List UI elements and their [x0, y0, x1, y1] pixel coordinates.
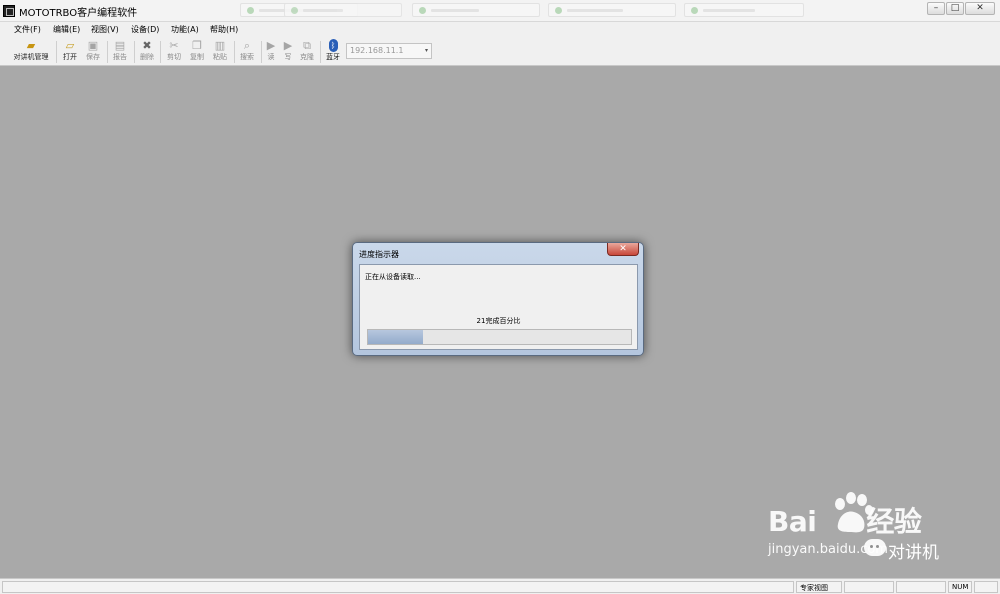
status-bar: 专家视图 NUM — [0, 578, 1000, 594]
bluetooth-label: 蓝牙 — [326, 53, 340, 61]
status-pane-empty — [844, 581, 894, 593]
menu-view[interactable]: 视图(V) — [91, 24, 119, 35]
progress-bar — [367, 329, 632, 345]
toolbar-separator — [234, 41, 235, 63]
paste-label: 粘贴 — [213, 53, 227, 61]
view-mode-text: 专家视图 — [800, 584, 828, 592]
chevron-down-icon[interactable]: ▾ — [425, 47, 428, 54]
report-label: 报告 — [113, 53, 127, 61]
ip-address-value: 192.168.11.1 — [350, 46, 404, 55]
radio-manage-button[interactable]: ▰ 对讲机管理 — [9, 39, 53, 65]
delete-icon: ✖ — [142, 39, 152, 52]
read-icon: ▶ — [266, 39, 276, 52]
close-button[interactable]: ✕ — [965, 2, 995, 15]
open-button[interactable]: ▱ 打开 — [61, 39, 79, 65]
read-label: 读 — [267, 53, 275, 61]
write-icon: ▶ — [283, 39, 293, 52]
report-icon: ▤ — [114, 39, 126, 52]
dialog-close-button[interactable]: ✕ — [607, 243, 639, 256]
title-bar: MOTOTRBO客户编程软件 – □ ✕ — [0, 0, 1000, 22]
radio-manage-icon: ▰ — [26, 39, 36, 52]
menu-function[interactable]: 功能(A) — [171, 24, 199, 35]
search-label: 搜索 — [240, 53, 254, 61]
search-button[interactable]: ⌕ 搜索 — [238, 39, 256, 65]
cut-icon: ✂ — [169, 39, 179, 52]
background-browser-tab — [548, 3, 676, 17]
toolbar-separator — [107, 41, 108, 63]
status-pane-empty — [974, 581, 998, 593]
watermark-account: 对讲机 — [888, 543, 939, 563]
toolbar-separator — [56, 41, 57, 63]
cut-label: 剪切 — [167, 53, 181, 61]
menu-edit[interactable]: 编辑(E) — [53, 24, 80, 35]
status-pane-num: NUM — [948, 581, 972, 593]
toolbar-separator — [160, 41, 161, 63]
status-pane-view-mode: 专家视图 — [796, 581, 842, 593]
status-pane-empty — [896, 581, 946, 593]
cut-button[interactable]: ✂ 剪切 — [165, 39, 183, 65]
paste-icon: ▥ — [214, 39, 226, 52]
paste-button[interactable]: ▥ 粘贴 — [211, 39, 229, 65]
copy-label: 复制 — [190, 53, 204, 61]
window-title: MOTOTRBO客户编程软件 — [19, 8, 138, 19]
num-lock-indicator: NUM — [952, 583, 969, 591]
progress-dialog: 进度指示器 ✕ 正在从设备读取... 21完成百分比 — [352, 242, 644, 356]
toolbar-separator — [261, 41, 262, 63]
clone-icon: ⧉ — [303, 39, 311, 52]
clone-label: 克隆 — [300, 53, 314, 61]
background-browser-tab — [412, 3, 540, 17]
minimize-button[interactable]: – — [927, 2, 945, 15]
baidu-jingyan-watermark: Bai 经验 jingyan.baidu.com 对讲机 — [768, 488, 968, 572]
report-button[interactable]: ▤ 报告 — [111, 39, 129, 65]
write-label: 写 — [284, 53, 292, 61]
menu-file[interactable]: 文件(F) — [14, 24, 41, 35]
dialog-status-text: 正在从设备读取... — [365, 273, 421, 281]
app-icon — [3, 5, 15, 17]
bluetooth-icon: ᛒ — [328, 39, 338, 52]
background-browser-tab — [684, 3, 804, 17]
clone-button[interactable]: ⧉ 克隆 — [298, 39, 316, 65]
toolbar-separator — [320, 41, 321, 63]
folder-open-icon: ▱ — [65, 39, 75, 52]
save-button[interactable]: ▣ 保存 — [84, 39, 102, 65]
save-label: 保存 — [86, 53, 100, 61]
dialog-body: 正在从设备读取... 21完成百分比 — [359, 264, 638, 350]
menu-help[interactable]: 帮助(H) — [210, 24, 238, 35]
progress-bar-fill — [368, 330, 424, 344]
maximize-button[interactable]: □ — [946, 2, 964, 15]
progress-percent-text: 21完成百分比 — [476, 317, 521, 325]
paw-logo-icon — [835, 492, 873, 533]
menu-bar: 文件(F) 编辑(E) 视图(V) 设备(D) 功能(A) 帮助(H) — [0, 22, 1000, 37]
bluetooth-button[interactable]: ᛒ 蓝牙 — [324, 39, 342, 65]
radio-manage-label: 对讲机管理 — [13, 53, 49, 61]
dialog-title: 进度指示器 — [359, 250, 399, 259]
save-icon: ▣ — [87, 39, 99, 52]
ip-address-combobox[interactable]: 192.168.11.1 ▾ — [346, 43, 432, 59]
delete-label: 删除 — [140, 53, 154, 61]
menu-device[interactable]: 设备(D) — [131, 24, 159, 35]
copy-button[interactable]: ❐ 复制 — [188, 39, 206, 65]
status-pane-main — [2, 581, 794, 593]
open-label: 打开 — [63, 53, 77, 61]
read-button[interactable]: ▶ 读 — [264, 39, 278, 65]
write-button[interactable]: ▶ 写 — [281, 39, 295, 65]
toolbar: ▰ 对讲机管理 ▱ 打开 ▣ 保存 ▤ 报告 ✖ 删除 ✂ 剪切 ❐ 复制 ▥ … — [0, 37, 1000, 66]
delete-button[interactable]: ✖ 删除 — [138, 39, 156, 65]
wechat-icon — [864, 539, 886, 556]
search-icon: ⌕ — [243, 39, 251, 52]
copy-icon: ❐ — [192, 39, 202, 52]
toolbar-separator — [134, 41, 135, 63]
background-browser-tab — [284, 3, 402, 17]
